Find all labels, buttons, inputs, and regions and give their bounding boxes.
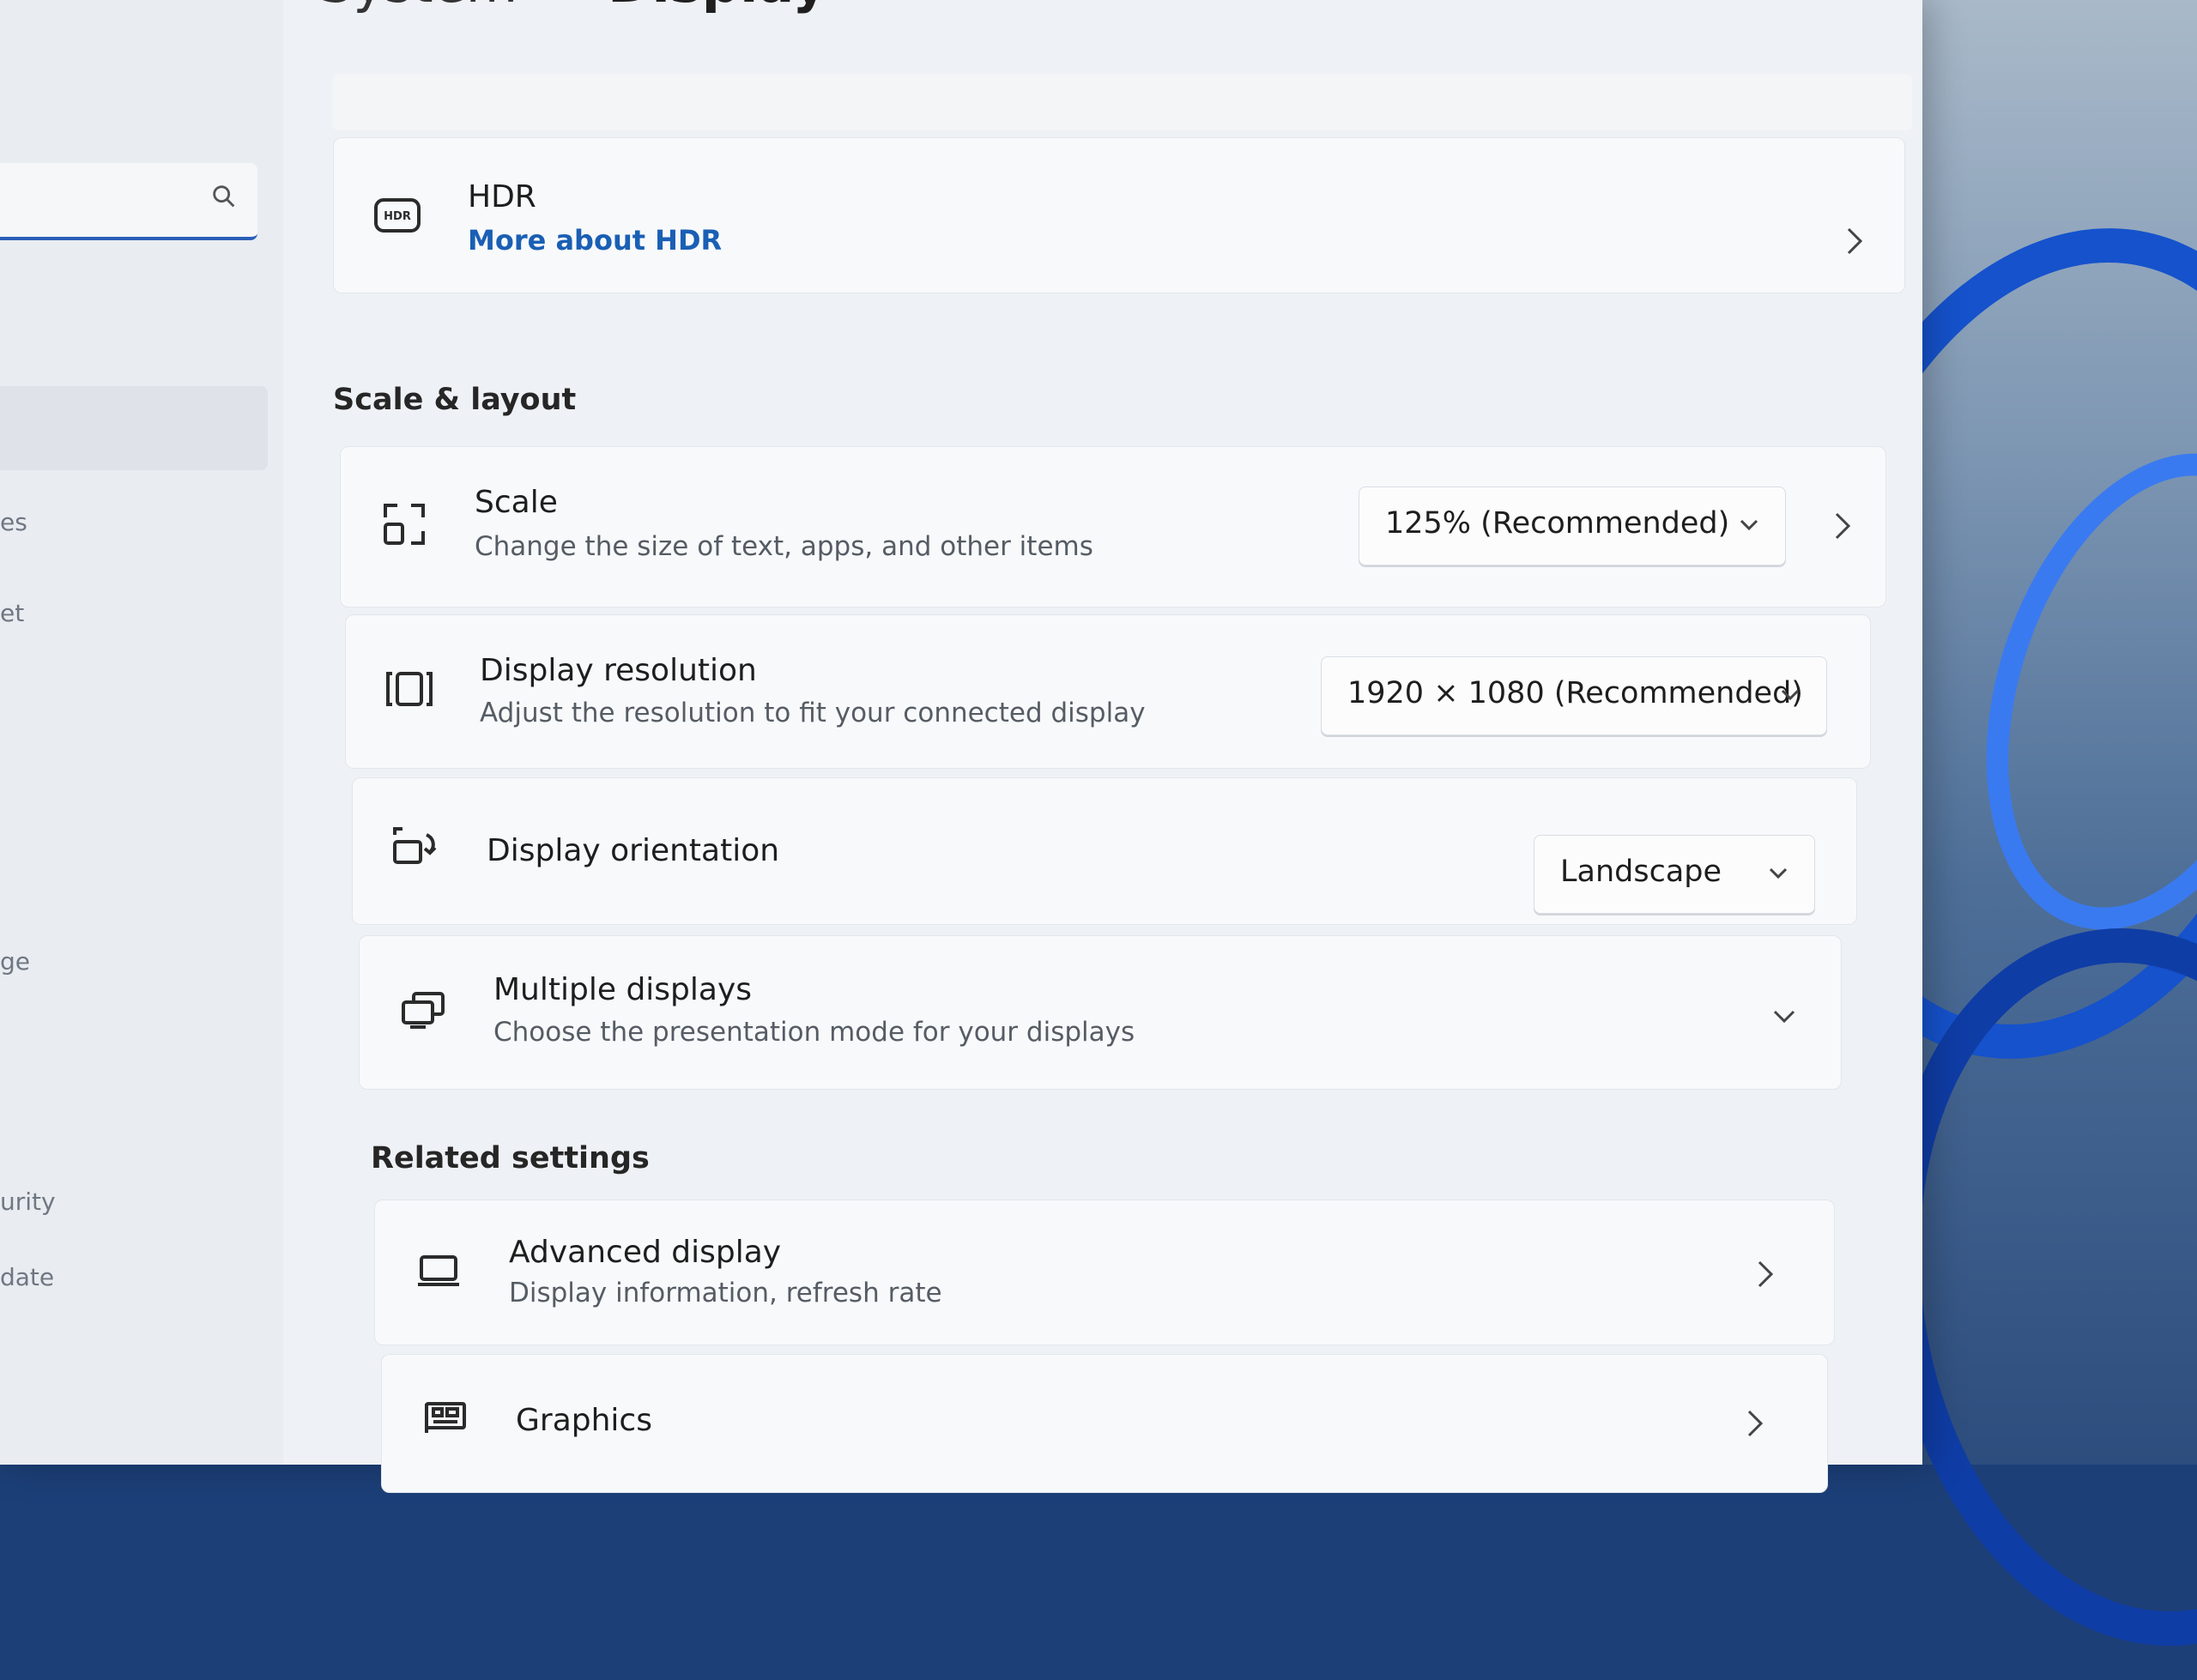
multiple-displays-icon — [397, 984, 449, 1036]
settings-window: es et ge urity date System > Display HDR H… — [0, 0, 1922, 1493]
display-resolution-card[interactable]: Display resolution Adjust the resolution… — [345, 614, 1871, 769]
sidebar-item-label[interactable]: et — [0, 599, 24, 627]
sidebar-item-label[interactable]: date — [0, 1263, 54, 1291]
breadcrumb-parent[interactable]: System — [319, 0, 517, 15]
chevron-right-icon[interactable] — [1825, 509, 1860, 543]
breadcrumb-separator: > — [547, 0, 578, 4]
sidebar: es et ge urity date — [0, 0, 283, 1465]
section-title-scale-layout: Scale & layout — [333, 383, 577, 417]
section-title-related-settings: Related settings — [371, 1141, 650, 1175]
chevron-down-icon — [1734, 510, 1764, 541]
sidebar-item-label[interactable]: urity — [0, 1187, 56, 1216]
orientation-dropdown-value: Landscape — [1560, 855, 1722, 889]
advanced-display-title: Advanced display — [509, 1235, 782, 1270]
graphics-card[interactable]: Graphics — [381, 1354, 1828, 1493]
previous-card-edge — [333, 74, 1912, 130]
more-about-hdr-link[interactable]: More about HDR — [468, 224, 722, 257]
multiple-displays-subtitle: Choose the presentation mode for your di… — [493, 1017, 1135, 1048]
search-input[interactable] — [0, 163, 257, 240]
chevron-down-icon[interactable] — [1767, 1000, 1801, 1034]
resolution-icon — [384, 663, 435, 715]
hdr-icon: HDR — [372, 190, 423, 241]
scale-dropdown-value: 125% (Recommended) — [1385, 506, 1730, 541]
chevron-right-icon — [1738, 1406, 1772, 1441]
chevron-right-icon — [1748, 1257, 1782, 1291]
resolution-dropdown-value: 1920 × 1080 (Recommended) — [1347, 676, 1803, 710]
sidebar-item-system[interactable] — [0, 386, 268, 470]
scale-title: Scale — [475, 485, 558, 520]
scale-card[interactable]: Scale Change the size of text, apps, and… — [340, 446, 1886, 607]
multiple-displays-card[interactable]: Multiple displays Choose the presentatio… — [359, 935, 1842, 1090]
chevron-right-icon — [1837, 224, 1872, 258]
svg-text:HDR: HDR — [384, 210, 411, 223]
sidebar-item-label[interactable]: ge — [0, 947, 30, 976]
multiple-displays-title: Multiple displays — [493, 972, 753, 1007]
orientation-dropdown[interactable]: Landscape — [1534, 835, 1815, 914]
scale-icon — [378, 499, 430, 550]
monitor-icon — [413, 1245, 464, 1296]
sidebar-item-label[interactable]: es — [0, 508, 27, 536]
advanced-display-subtitle: Display information, refresh rate — [509, 1278, 942, 1308]
hdr-card[interactable]: HDR HDR More about HDR — [333, 137, 1905, 293]
graphics-title: Graphics — [516, 1403, 652, 1438]
graphics-icon — [420, 1391, 471, 1442]
orientation-icon — [390, 821, 442, 873]
breadcrumb: System > Display — [319, 0, 827, 15]
resolution-title: Display resolution — [480, 653, 757, 688]
scale-dropdown[interactable]: 125% (Recommended) — [1359, 486, 1786, 565]
chevron-down-icon — [1763, 858, 1794, 889]
resolution-subtitle: Adjust the resolution to fit your connec… — [480, 698, 1146, 728]
orientation-title: Display orientation — [487, 833, 780, 868]
page-title: Display — [608, 0, 827, 15]
hdr-title: HDR — [468, 179, 536, 215]
search-icon — [209, 182, 239, 215]
chevron-down-icon — [1775, 680, 1806, 710]
resolution-dropdown[interactable]: 1920 × 1080 (Recommended) — [1321, 656, 1827, 735]
display-orientation-card[interactable]: Display orientation Landscape — [352, 777, 1857, 925]
advanced-display-card[interactable]: Advanced display Display information, re… — [374, 1200, 1835, 1345]
scale-subtitle: Change the size of text, apps, and other… — [475, 531, 1093, 562]
